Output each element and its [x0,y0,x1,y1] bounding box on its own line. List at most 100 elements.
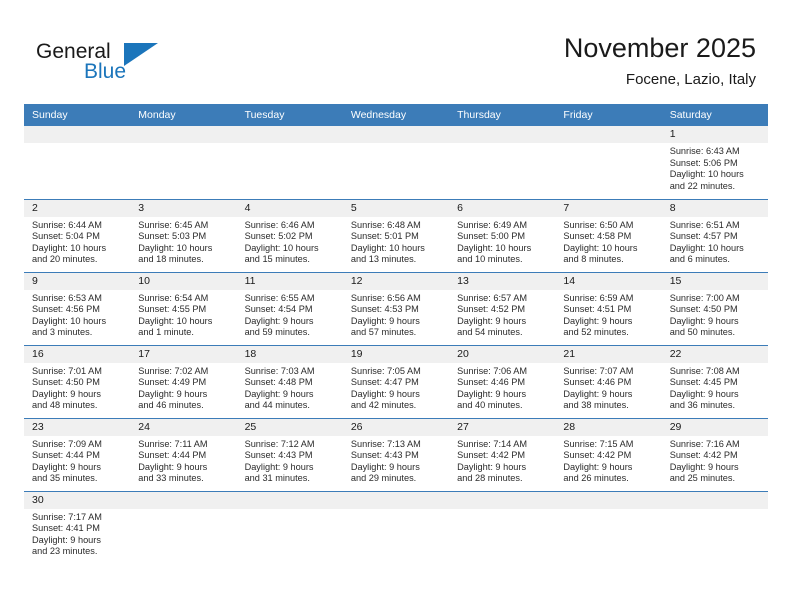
calendar-day-cell[interactable]: 13 Sunrise: 6:57 AM Sunset: 4:52 PM Dayligh… [449,271,556,345]
day-cell-inner [24,126,131,199]
daylight-text-line1: Daylight: 9 hours [563,461,633,472]
daylight-text-line2: and 35 minutes. [32,473,98,484]
day-details: Sunrise: 7:17 AM Sunset: 4:41 PM Daylight:… [24,509,130,558]
sunrise-text: Sunrise: 6:45 AM [138,219,209,230]
sunset-text: Sunset: 4:43 PM [350,450,419,461]
day-cell-inner: 6 Sunrise: 6:49 AM Sunset: 5:00 PM Daylight… [449,199,556,272]
sunset-text: Sunset: 4:49 PM [138,377,207,388]
day-cell-inner [555,491,662,565]
sunrise-text: Sunrise: 6:56 AM [350,292,421,303]
day-cell-inner: 16 Sunrise: 7:01 AM Sunset: 4:50 PM Dayligh… [24,345,131,418]
calendar-day-cell[interactable]: 18 Sunrise: 7:03 AM Sunset: 4:48 PM Dayligh… [236,344,343,418]
calendar-day-cell[interactable]: 19 Sunrise: 7:05 AM Sunset: 4:47 PM Dayligh… [342,344,450,418]
calendar-week-row: 30 Sunrise: 7:17 AM Sunset: 4:41 PM Dayligh… [24,490,768,565]
day-number: 9 [24,272,131,290]
calendar-day-cell[interactable]: 25 Sunrise: 7:12 AM Sunset: 4:43 PM Dayligh… [236,417,343,491]
day-number: 3 [130,199,237,217]
day-details: Sunrise: 6:48 AM Sunset: 5:01 PM Daylight:… [343,217,449,266]
day-number: 30 [24,491,131,509]
sunrise-text: Sunrise: 6:53 AM [32,292,102,303]
calendar-day-cell [661,490,768,565]
sunrise-text: Sunrise: 7:06 AM [457,365,528,376]
sunset-text: Sunset: 4:46 PM [457,377,526,388]
weekday-header-wednesday: Wednesday [342,104,450,126]
calendar-day-cell[interactable]: 23 Sunrise: 7:09 AM Sunset: 4:44 PM Dayligh… [24,417,131,491]
calendar-day-cell[interactable]: 27 Sunrise: 7:14 AM Sunset: 4:42 PM Dayligh… [449,417,556,491]
calendar-day-cell[interactable]: 26 Sunrise: 7:13 AM Sunset: 4:43 PM Dayligh… [342,417,450,491]
calendar-day-cell[interactable]: 14 Sunrise: 6:59 AM Sunset: 4:51 PM Dayligh… [555,271,662,345]
calendar-day-cell[interactable]: 21 Sunrise: 7:07 AM Sunset: 4:46 PM Dayligh… [555,344,662,418]
day-cell-inner: 29 Sunrise: 7:16 AM Sunset: 4:42 PM Dayligh… [661,418,768,491]
day-cell-inner: 5 Sunrise: 6:48 AM Sunset: 5:01 PM Daylight… [342,199,450,272]
day-number: 14 [555,272,662,290]
calendar-day-cell[interactable]: 12 Sunrise: 6:56 AM Sunset: 4:53 PM Dayligh… [342,271,450,345]
day-number [236,491,343,509]
sunset-text: Sunset: 5:01 PM [350,231,419,242]
daylight-text-line1: Daylight: 9 hours [350,461,420,472]
calendar-day-cell[interactable]: 30 Sunrise: 7:17 AM Sunset: 4:41 PM Dayligh… [24,490,131,564]
day-cell-inner [661,491,768,565]
calendar-day-cell[interactable]: 11 Sunrise: 6:55 AM Sunset: 4:54 PM Dayligh… [236,271,343,345]
calendar-day-cell[interactable]: 6 Sunrise: 6:49 AM Sunset: 5:00 PM Daylight… [449,198,556,272]
day-number: 17 [130,345,237,363]
general-blue-logo[interactable]: General Blue [36,41,266,91]
sunset-text: Sunset: 5:02 PM [244,231,313,242]
day-cell-inner: 7 Sunrise: 6:50 AM Sunset: 4:58 PM Daylight… [555,199,662,272]
sunset-text: Sunset: 4:42 PM [563,450,632,461]
day-details: Sunrise: 6:55 AM Sunset: 4:54 PM Daylight:… [237,290,343,339]
day-details: Sunrise: 6:46 AM Sunset: 5:02 PM Daylight:… [237,217,343,266]
calendar-day-cell[interactable]: 4 Sunrise: 6:46 AM Sunset: 5:02 PM Daylight… [236,198,343,272]
calendar-day-cell [130,126,237,199]
page-title: November 2025 [563,33,756,63]
calendar-day-cell[interactable]: 29 Sunrise: 7:16 AM Sunset: 4:42 PM Dayligh… [661,417,768,491]
calendar-day-cell[interactable]: 2 Sunrise: 6:44 AM Sunset: 5:04 PM Daylight… [24,198,131,272]
calendar-day-cell[interactable]: 20 Sunrise: 7:06 AM Sunset: 4:46 PM Dayligh… [449,344,556,418]
weekday-header-thursday: Thursday [449,104,556,126]
calendar-day-cell[interactable]: 28 Sunrise: 7:15 AM Sunset: 4:42 PM Dayligh… [555,417,662,491]
day-details: Sunrise: 6:59 AM Sunset: 4:51 PM Daylight:… [555,290,661,339]
calendar-day-cell [236,126,343,199]
calendar-body: 1 Sunrise: 6:43 AM Sunset: 5:06 PM Daylight… [24,126,768,564]
sunrise-text: Sunrise: 6:54 AM [138,292,209,303]
daylight-text-line2: and 13 minutes. [350,254,417,265]
day-cell-inner: 1 Sunrise: 6:43 AM Sunset: 5:06 PM Daylight… [661,126,768,199]
calendar-day-cell[interactable]: 8 Sunrise: 6:51 AM Sunset: 4:57 PM Daylight… [661,198,768,272]
day-number [449,126,556,143]
daylight-text-line1: Daylight: 10 hours [350,242,425,253]
day-cell-inner: 12 Sunrise: 6:56 AM Sunset: 4:53 PM Dayligh… [342,272,450,345]
sunset-text: Sunset: 4:50 PM [32,377,100,388]
day-number: 7 [555,199,662,217]
sunset-text: Sunset: 5:06 PM [669,157,738,168]
day-number [555,491,662,509]
day-number: 20 [449,345,556,363]
day-number: 25 [236,418,343,436]
day-number: 24 [130,418,237,436]
day-details: Sunrise: 7:08 AM Sunset: 4:45 PM Daylight:… [662,363,768,412]
day-number [342,126,450,143]
daylight-text-line1: Daylight: 10 hours [669,169,744,180]
day-number [449,491,556,509]
day-details: Sunrise: 7:07 AM Sunset: 4:46 PM Daylight:… [555,363,661,412]
calendar-day-cell[interactable]: 15 Sunrise: 7:00 AM Sunset: 4:50 PM Dayligh… [661,271,768,345]
day-number: 12 [342,272,450,290]
weekday-header-monday: Monday [130,104,237,126]
sunset-text: Sunset: 4:42 PM [669,450,738,461]
calendar-day-cell[interactable]: 5 Sunrise: 6:48 AM Sunset: 5:01 PM Daylight… [342,198,450,272]
calendar-day-cell[interactable]: 9 Sunrise: 6:53 AM Sunset: 4:56 PM Daylight… [24,271,131,345]
calendar-day-cell[interactable]: 3 Sunrise: 6:45 AM Sunset: 5:03 PM Daylight… [130,198,237,272]
calendar-day-cell[interactable]: 10 Sunrise: 6:54 AM Sunset: 4:55 PM Dayligh… [130,271,237,345]
daylight-text-line2: and 52 minutes. [563,327,629,338]
calendar-day-cell[interactable]: 1 Sunrise: 6:43 AM Sunset: 5:06 PM Daylight… [661,126,768,199]
calendar-day-cell[interactable]: 16 Sunrise: 7:01 AM Sunset: 4:50 PM Dayligh… [24,344,131,418]
calendar-day-cell [342,126,450,199]
day-cell-inner: 2 Sunrise: 6:44 AM Sunset: 5:04 PM Daylight… [24,199,131,272]
sunset-text: Sunset: 4:42 PM [457,450,526,461]
day-cell-inner: 28 Sunrise: 7:15 AM Sunset: 4:42 PM Dayligh… [555,418,662,491]
calendar-day-cell[interactable]: 7 Sunrise: 6:50 AM Sunset: 4:58 PM Daylight… [555,198,662,272]
day-cell-inner: 15 Sunrise: 7:00 AM Sunset: 4:50 PM Dayligh… [661,272,768,345]
calendar-week-row: 16 Sunrise: 7:01 AM Sunset: 4:50 PM Dayligh… [24,344,768,418]
calendar-day-cell[interactable]: 17 Sunrise: 7:02 AM Sunset: 4:49 PM Dayligh… [130,344,237,418]
sunrise-text: Sunrise: 6:59 AM [563,292,634,303]
calendar-day-cell[interactable]: 24 Sunrise: 7:11 AM Sunset: 4:44 PM Dayligh… [130,417,237,491]
calendar-day-cell[interactable]: 22 Sunrise: 7:08 AM Sunset: 4:45 PM Dayligh… [661,344,768,418]
